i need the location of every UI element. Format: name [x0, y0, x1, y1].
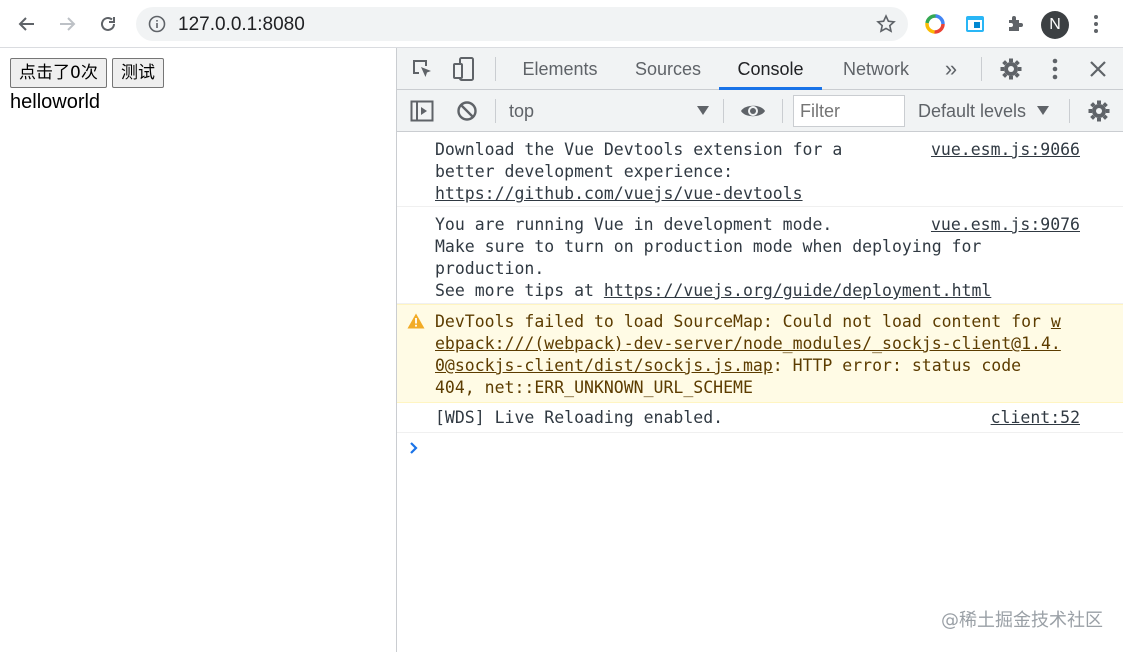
source-link[interactable]: vue.esm.js:9066: [931, 139, 1080, 161]
divider: [723, 99, 724, 123]
tab-elements[interactable]: Elements: [509, 48, 611, 90]
message-link[interactable]: https://github.com/vuejs/vue-devtools: [435, 184, 803, 203]
divider: [782, 99, 783, 123]
star-icon[interactable]: [876, 14, 896, 39]
message-line: Make sure to turn on production mode whe…: [435, 237, 982, 256]
sidebar-toggle-icon[interactable]: [409, 99, 435, 123]
watermark: @稀土掘金技术社区: [941, 610, 1103, 631]
divider: [495, 57, 496, 81]
hello-text: helloworld: [10, 91, 101, 113]
warning-text: DevTools failed to load SourceMap: Could…: [435, 312, 1051, 331]
console-prompt[interactable]: [397, 433, 1123, 463]
extension-circle-icon[interactable]: [923, 12, 947, 36]
prompt-chevron-icon: [409, 441, 419, 460]
context-select[interactable]: top: [509, 90, 534, 132]
source-link[interactable]: vue.esm.js:9076: [931, 214, 1080, 236]
warning-icon: [407, 313, 425, 335]
extension-window-icon[interactable]: [963, 12, 987, 36]
inspect-element-icon[interactable]: [409, 57, 435, 81]
warning-link[interactable]: 0@sockjs-client/dist/sockjs.js.map: [435, 356, 773, 375]
divider: [981, 57, 982, 81]
chevron-down-icon[interactable]: [697, 106, 709, 115]
tab-console[interactable]: Console: [719, 48, 822, 90]
warning-link[interactable]: ebpack:///(webpack)-dev-server/node_modu…: [435, 334, 1061, 353]
tab-network[interactable]: Network: [830, 48, 922, 90]
more-tabs-icon[interactable]: »: [935, 48, 967, 90]
source-link[interactable]: client:52: [991, 407, 1080, 429]
console-settings-gear-icon[interactable]: [1086, 99, 1112, 123]
eye-icon[interactable]: [739, 99, 767, 123]
message-line: production.: [435, 259, 545, 278]
message-line: better development experience:: [435, 162, 734, 181]
reload-icon[interactable]: [93, 9, 123, 39]
clear-console-icon[interactable]: [455, 99, 479, 123]
info-icon[interactable]: [148, 15, 166, 38]
url-text: 127.0.0.1:8080: [178, 14, 305, 35]
close-icon[interactable]: [1087, 58, 1109, 80]
console-toolbar: top Default levels: [397, 90, 1123, 132]
kebab-menu-icon[interactable]: [1081, 9, 1111, 39]
back-arrow-icon[interactable]: [12, 9, 42, 39]
address-bar[interactable]: 127.0.0.1:8080: [136, 7, 908, 41]
devtools-tabbar: Elements Sources Console Network »: [397, 48, 1123, 90]
device-toolbar-icon[interactable]: [451, 56, 477, 82]
message-link[interactable]: https://vuejs.org/guide/deployment.html: [604, 281, 991, 300]
page-viewport: 点击了0次 测试 helloworld: [0, 48, 396, 652]
warning-text: 404, net::ERR_UNKNOWN_URL_SCHEME: [435, 378, 753, 397]
tab-sources[interactable]: Sources: [623, 48, 713, 90]
log-levels-dropdown[interactable]: Default levels: [918, 90, 1026, 132]
puzzle-icon[interactable]: [1003, 12, 1027, 36]
console-message: Download the Vue Devtools extension for …: [397, 132, 1123, 207]
avatar[interactable]: N: [1041, 11, 1069, 39]
warning-text: : HTTP error: status code: [772, 356, 1022, 375]
console-message: [WDS] Live Reloading enabled. client:52: [397, 403, 1123, 433]
settings-gear-icon[interactable]: [998, 57, 1024, 81]
devtools-panel: Elements Sources Console Network » top F…: [396, 48, 1123, 652]
divider: [495, 99, 496, 123]
message-line: [WDS] Live Reloading enabled.: [435, 408, 724, 427]
test-button[interactable]: 测试: [112, 58, 164, 88]
console-message: You are running Vue in development mode.…: [397, 207, 1123, 304]
kebab-menu-icon[interactable]: [1045, 57, 1065, 81]
console-warning: DevTools failed to load SourceMap: Could…: [397, 304, 1123, 403]
divider: [1069, 99, 1070, 123]
chevron-down-icon[interactable]: [1037, 106, 1049, 115]
warning-link[interactable]: w: [1051, 312, 1061, 331]
filter-input[interactable]: [793, 95, 905, 127]
browser-toolbar: 127.0.0.1:8080 N: [0, 0, 1123, 48]
forward-arrow-icon[interactable]: [52, 9, 82, 39]
console-output: Download the Vue Devtools extension for …: [397, 132, 1123, 463]
message-text: See more tips at: [435, 281, 604, 300]
click-count-button[interactable]: 点击了0次: [10, 58, 107, 88]
